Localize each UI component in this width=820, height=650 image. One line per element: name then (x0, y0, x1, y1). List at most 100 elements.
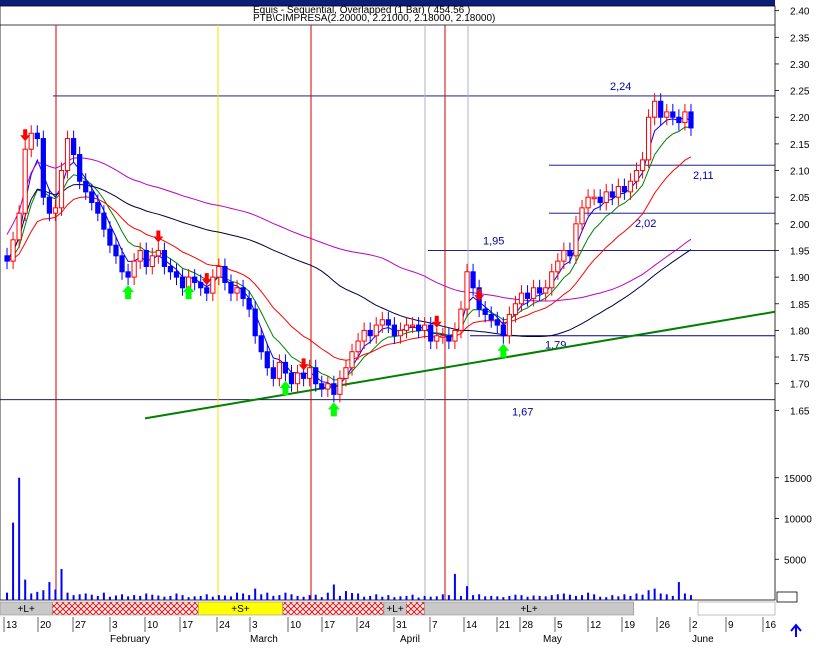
candle-body (294, 372, 301, 385)
candle-body (343, 367, 349, 379)
x-tick-label: 28 (522, 620, 534, 631)
candle-body (506, 313, 513, 337)
candle (621, 178, 628, 200)
candle (28, 125, 34, 158)
candle-body (567, 249, 573, 257)
candle (337, 370, 343, 403)
candle-body (464, 271, 470, 310)
candle (585, 189, 591, 216)
candle (167, 258, 174, 280)
candle-body (591, 196, 597, 200)
candle (10, 231, 16, 270)
candle (670, 103, 676, 126)
candle-body (530, 287, 537, 299)
candle (155, 242, 161, 264)
candle (567, 242, 573, 264)
candle-body (319, 383, 325, 390)
level-label: 2,24 (610, 81, 631, 93)
candle-body (52, 207, 59, 214)
candle (325, 375, 331, 398)
candle (543, 279, 549, 302)
candle-body (573, 223, 579, 257)
candle (397, 322, 404, 344)
candle-body (652, 100, 658, 118)
candle-body (143, 249, 149, 267)
signal-band-label: +L+ (18, 604, 35, 615)
buy-arrow-icon (122, 285, 135, 300)
signal-bands: +L+ +S+ +L+ +L+ (0, 601, 776, 616)
candle-body (452, 329, 458, 342)
candle (403, 317, 410, 339)
x-tick-label: 5 (557, 620, 563, 631)
x-tick-label: 16 (765, 620, 777, 631)
x-tick-label: 17 (324, 620, 336, 631)
candle-body (361, 329, 367, 342)
candle-body (688, 111, 694, 129)
candle (34, 125, 40, 147)
candle-body (633, 170, 640, 182)
candle (282, 354, 289, 382)
candle-body (409, 324, 416, 328)
y-tick-label: 2.40 (790, 7, 810, 18)
candle-body (307, 367, 313, 379)
candle-body (313, 367, 319, 385)
x-tick-label: 13 (6, 620, 18, 631)
candle-body (373, 324, 379, 337)
candle-body (270, 367, 276, 379)
candles-layer (4, 93, 694, 403)
candle-body (252, 308, 258, 337)
candle-body (167, 265, 174, 273)
y-tick-label: 1.80 (790, 326, 810, 337)
y-tick-label: 2.35 (790, 33, 810, 44)
candle-body (40, 138, 46, 198)
candle (125, 263, 131, 286)
candle (645, 109, 652, 168)
candle (658, 93, 664, 126)
candle (633, 162, 640, 190)
candle (349, 343, 355, 376)
y-tick-label: 2.15 (790, 140, 810, 151)
candle (664, 103, 670, 126)
signal-band-label: +S+ (231, 604, 250, 615)
candle-body (609, 191, 615, 198)
y-tick-label: 1.75 (790, 353, 810, 364)
x-tick-label: 14 (466, 620, 478, 631)
candle-body (440, 335, 446, 338)
candle-body (179, 276, 186, 289)
candle (470, 263, 476, 296)
candle (22, 141, 28, 222)
candle-body (561, 249, 567, 262)
y-tick-label: 2.00 (790, 220, 810, 231)
candle (313, 359, 319, 392)
candle (373, 317, 379, 344)
candle (319, 375, 325, 398)
candle (107, 221, 113, 254)
candle-body (555, 260, 561, 273)
candle (573, 215, 579, 264)
candle-body (428, 324, 434, 342)
candle (652, 93, 658, 126)
candle-body (549, 271, 555, 289)
x-month-label: April (400, 634, 420, 645)
candle-body (276, 361, 283, 379)
candle-body (89, 191, 95, 204)
candle (488, 306, 494, 328)
scroll-box[interactable] (776, 591, 798, 603)
price-chart[interactable]: Equis - Sequential, Overlapped (1 Bar) (… (0, 0, 820, 645)
candle-body (543, 287, 549, 294)
candle (458, 301, 464, 339)
candle (240, 279, 246, 307)
up-arrow-icon[interactable] (790, 623, 802, 637)
candle-body (676, 116, 682, 124)
sell-arrow-icon (153, 230, 164, 243)
candle-body (204, 287, 210, 294)
x-tick-label: 21 (499, 620, 511, 631)
level-label: 2,02 (635, 218, 656, 230)
candle (434, 327, 440, 350)
candle-body (645, 116, 652, 161)
signal-band (52, 601, 199, 616)
y-tick-label: 2.25 (790, 87, 810, 98)
candle-body (125, 271, 131, 278)
x-tick-label: 12 (590, 620, 602, 631)
y-tick-label: 2.10 (790, 167, 810, 178)
